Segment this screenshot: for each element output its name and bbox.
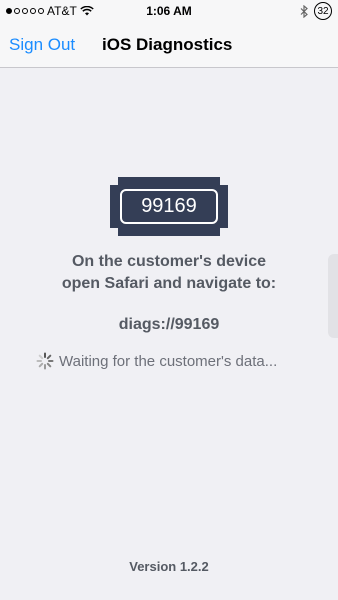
navigation-bar: Sign Out iOS Diagnostics: [0, 22, 338, 68]
bluetooth-icon: [300, 4, 308, 18]
status-time: 1:06 AM: [146, 4, 192, 18]
instructions-text: On the customer's device open Safari and…: [0, 251, 338, 295]
diagnostic-url: diags://99169: [118, 316, 220, 333]
page-title: iOS Diagnostics: [102, 35, 233, 54]
waiting-status: Waiting for the customer's data...: [36, 352, 277, 370]
status-right: 32: [300, 2, 332, 20]
instruction-line-1: On the customer's device: [71, 253, 267, 270]
status-bar: AT&T 1:06 AM 32: [0, 0, 338, 22]
waiting-text: Waiting for the customer's data...: [59, 352, 278, 370]
instruction-line-2: open Safari and navigate to:: [61, 275, 277, 292]
code-ticket: 99169: [110, 177, 228, 236]
scroll-handle[interactable]: [328, 254, 338, 338]
diagnostic-code: 99169: [120, 189, 218, 224]
sign-out-button[interactable]: Sign Out: [9, 35, 75, 55]
spinner-icon: [36, 352, 54, 370]
battery-badge: 32: [314, 2, 332, 20]
version-label: Version 1.2.2: [129, 559, 209, 574]
